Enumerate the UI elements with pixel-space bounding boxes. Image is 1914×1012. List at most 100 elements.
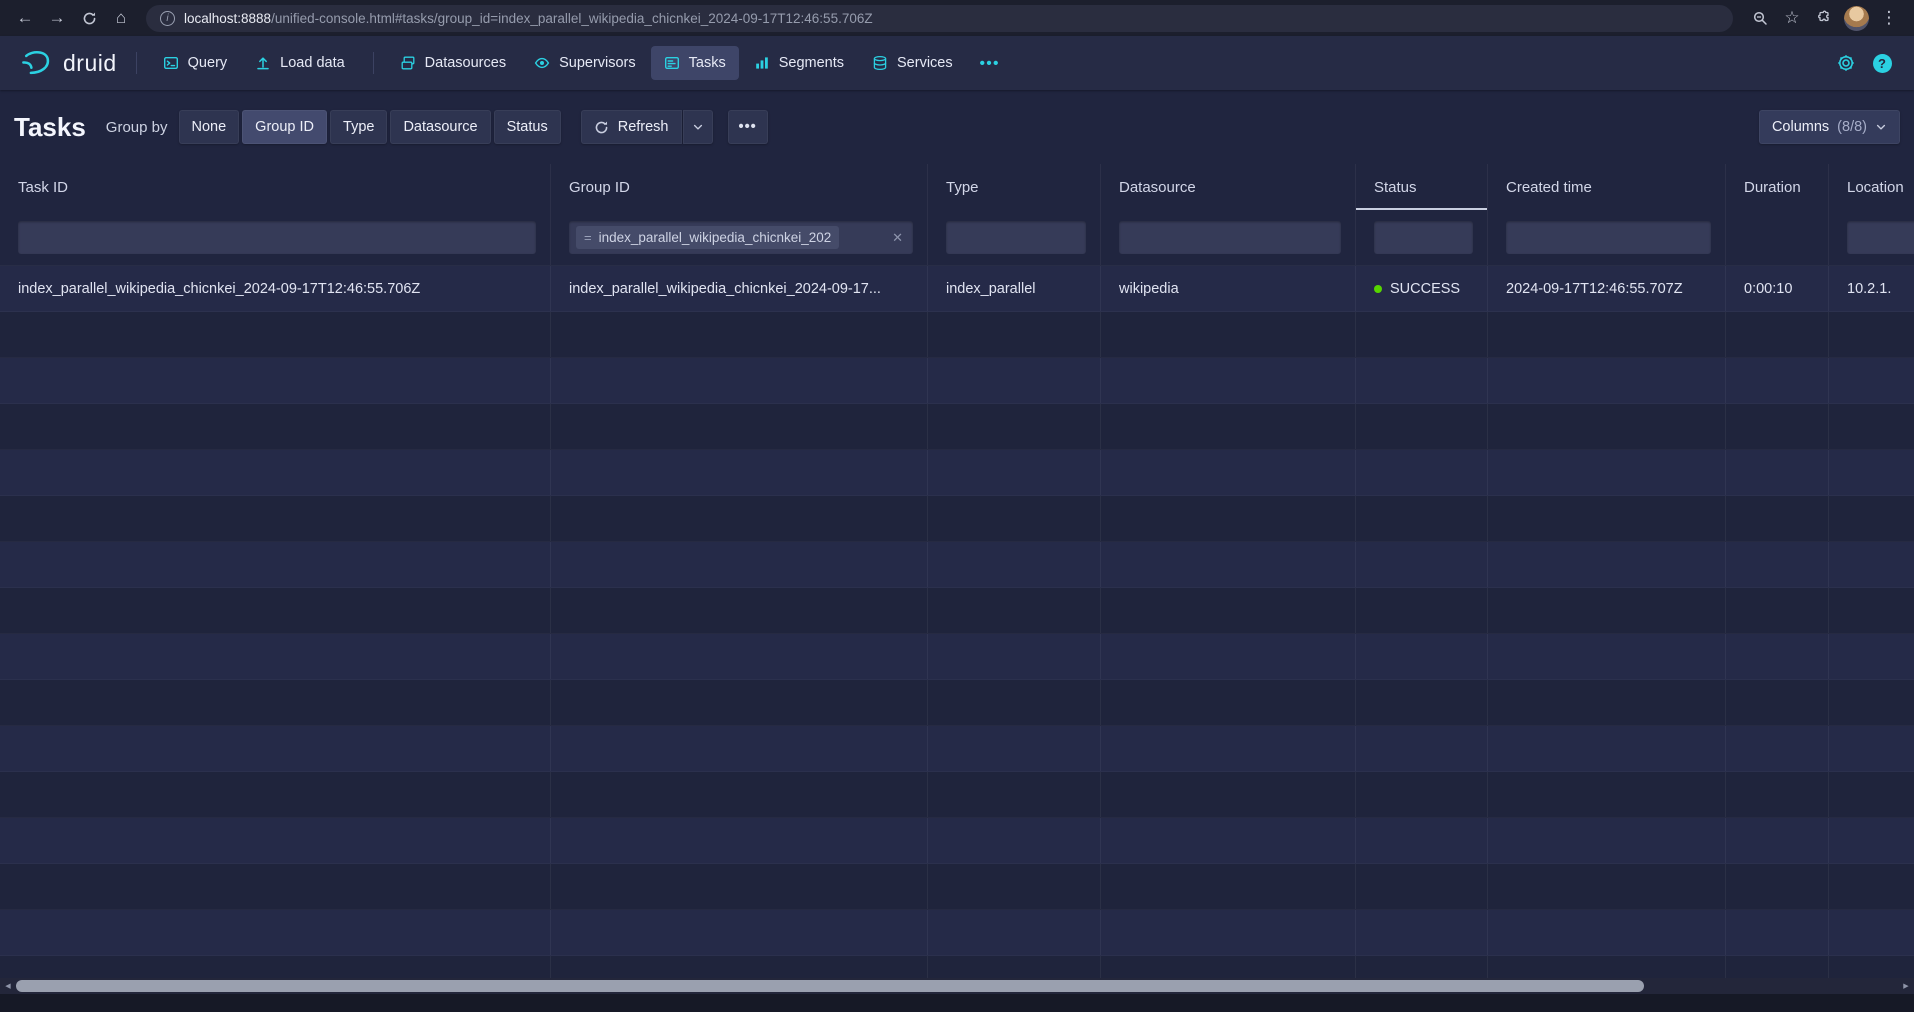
forward-button[interactable]: → bbox=[42, 3, 72, 33]
scroll-left-button[interactable]: ◀ bbox=[0, 978, 16, 994]
empty-cell bbox=[1726, 818, 1829, 863]
column-header-group-id[interactable]: Group ID bbox=[551, 164, 928, 210]
empty-cell bbox=[0, 956, 551, 978]
table-row[interactable]: index_parallel_wikipedia_chicnkei_2024-0… bbox=[0, 266, 1914, 312]
group-by-status-button[interactable]: Status bbox=[494, 110, 561, 144]
extensions-button[interactable] bbox=[1809, 3, 1839, 33]
empty-cell bbox=[0, 588, 551, 633]
column-header-duration[interactable]: Duration bbox=[1726, 164, 1829, 210]
cell-type[interactable]: index_parallel bbox=[928, 266, 1101, 311]
cell-status[interactable]: SUCCESS bbox=[1356, 266, 1488, 311]
group-by-type-button[interactable]: Type bbox=[330, 110, 387, 144]
filter-input-group-id[interactable]: = index_parallel_wikipedia_chicnkei_202 … bbox=[569, 221, 913, 254]
cell-group-id[interactable]: index_parallel_wikipedia_chicnkei_2024-0… bbox=[551, 266, 928, 311]
browser-menu-button[interactable]: ⋮ bbox=[1874, 3, 1904, 33]
column-header-location[interactable]: Location bbox=[1829, 164, 1914, 210]
horizontal-scrollbar[interactable]: ◀ ▶ bbox=[0, 978, 1914, 994]
filter-input-task-id[interactable] bbox=[18, 221, 536, 254]
nav-more-button[interactable]: ••• bbox=[968, 55, 1012, 72]
nav-item-load-data[interactable]: Load data bbox=[242, 46, 358, 80]
empty-cell bbox=[1356, 312, 1488, 357]
filter-input-type[interactable] bbox=[946, 221, 1086, 254]
filter-input-status[interactable] bbox=[1374, 221, 1473, 254]
table-row-empty bbox=[0, 450, 1914, 496]
table-row-empty bbox=[0, 634, 1914, 680]
kebab-menu-icon: ⋮ bbox=[1881, 8, 1898, 28]
cell-created-time[interactable]: 2024-09-17T12:46:55.707Z bbox=[1488, 266, 1726, 311]
more-actions-button[interactable]: ••• bbox=[728, 110, 768, 144]
columns-button[interactable]: Columns (8/8) bbox=[1759, 110, 1900, 144]
empty-cell bbox=[1488, 312, 1726, 357]
empty-cell bbox=[0, 404, 551, 449]
refresh-label: Refresh bbox=[618, 119, 669, 135]
cell-duration[interactable]: 0:00:10 bbox=[1726, 266, 1829, 311]
empty-cell bbox=[928, 496, 1101, 541]
bookmark-button[interactable]: ☆ bbox=[1777, 3, 1807, 33]
empty-cell bbox=[0, 312, 551, 357]
column-header-datasource[interactable]: Datasource bbox=[1101, 164, 1356, 210]
empty-cell bbox=[1356, 910, 1488, 955]
nav-label: Supervisors bbox=[559, 55, 636, 71]
settings-button[interactable] bbox=[1828, 45, 1864, 81]
button-label: Status bbox=[507, 119, 548, 135]
refresh-button[interactable]: Refresh bbox=[581, 110, 682, 144]
filter-input-location[interactable] bbox=[1847, 221, 1914, 254]
site-info-icon[interactable]: i bbox=[160, 11, 175, 26]
cell-task-id[interactable]: index_parallel_wikipedia_chicnkei_2024-0… bbox=[0, 266, 551, 311]
scroll-right-button[interactable]: ▶ bbox=[1898, 978, 1914, 994]
profile-avatar[interactable] bbox=[1844, 6, 1869, 31]
group-by-none-button[interactable]: None bbox=[179, 110, 240, 144]
druid-logo[interactable]: druid bbox=[14, 48, 123, 78]
empty-cell bbox=[1488, 910, 1726, 955]
empty-cell bbox=[1356, 864, 1488, 909]
home-button[interactable]: ⌂ bbox=[106, 3, 136, 33]
empty-cell bbox=[1488, 726, 1726, 771]
empty-cell bbox=[551, 910, 928, 955]
empty-cell bbox=[928, 358, 1101, 403]
chevron-down-icon bbox=[692, 121, 704, 133]
nav-item-supervisors[interactable]: Supervisors bbox=[521, 46, 649, 80]
zoom-icon bbox=[1752, 10, 1768, 26]
nav-item-query[interactable]: Query bbox=[150, 46, 241, 80]
nav-item-segments[interactable]: Segments bbox=[741, 46, 857, 80]
clear-filter-icon[interactable]: ✕ bbox=[889, 230, 906, 246]
group-by-group-id-button[interactable]: Group ID bbox=[242, 110, 327, 144]
refresh-interval-button[interactable] bbox=[683, 110, 713, 144]
empty-cell bbox=[1101, 542, 1356, 587]
filter-cell-duration bbox=[1726, 210, 1829, 265]
nav-label: Segments bbox=[779, 55, 844, 71]
column-header-created-time[interactable]: Created time bbox=[1488, 164, 1726, 210]
filter-chip[interactable]: = index_parallel_wikipedia_chicnkei_202 bbox=[576, 226, 839, 249]
empty-cell bbox=[1488, 450, 1726, 495]
empty-cell bbox=[1101, 358, 1356, 403]
filter-input-created-time[interactable] bbox=[1506, 221, 1711, 254]
star-icon: ☆ bbox=[1784, 8, 1799, 28]
zoom-button[interactable] bbox=[1745, 3, 1775, 33]
empty-cell bbox=[551, 772, 928, 817]
column-header-task-id[interactable]: Task ID bbox=[0, 164, 551, 210]
scrollbar-track[interactable] bbox=[16, 978, 1898, 994]
empty-cell bbox=[1101, 726, 1356, 771]
scrollbar-thumb[interactable] bbox=[16, 980, 1644, 992]
nav-item-datasources[interactable]: Datasources bbox=[387, 46, 519, 80]
empty-cell bbox=[928, 404, 1101, 449]
nav-item-tasks[interactable]: Tasks bbox=[651, 46, 739, 80]
empty-cell bbox=[1829, 358, 1914, 403]
services-icon bbox=[872, 55, 888, 71]
cell-location[interactable]: 10.2.1. bbox=[1829, 266, 1914, 311]
column-header-type[interactable]: Type bbox=[928, 164, 1101, 210]
empty-cell bbox=[1488, 542, 1726, 587]
reload-button[interactable] bbox=[74, 3, 104, 33]
back-button[interactable]: ← bbox=[10, 3, 40, 33]
button-label: Datasource bbox=[403, 119, 477, 135]
nav-item-services[interactable]: Services bbox=[859, 46, 966, 80]
address-bar[interactable]: i localhost:8888/unified-console.html#ta… bbox=[146, 5, 1733, 32]
table-row-empty bbox=[0, 588, 1914, 634]
cell-datasource[interactable]: wikipedia bbox=[1101, 266, 1356, 311]
group-by-datasource-button[interactable]: Datasource bbox=[390, 110, 490, 144]
column-header-status[interactable]: Status bbox=[1356, 164, 1488, 210]
empty-cell bbox=[0, 542, 551, 587]
filter-input-datasource[interactable] bbox=[1119, 221, 1341, 254]
help-button[interactable]: ? bbox=[1864, 45, 1900, 81]
console-icon bbox=[163, 55, 179, 71]
